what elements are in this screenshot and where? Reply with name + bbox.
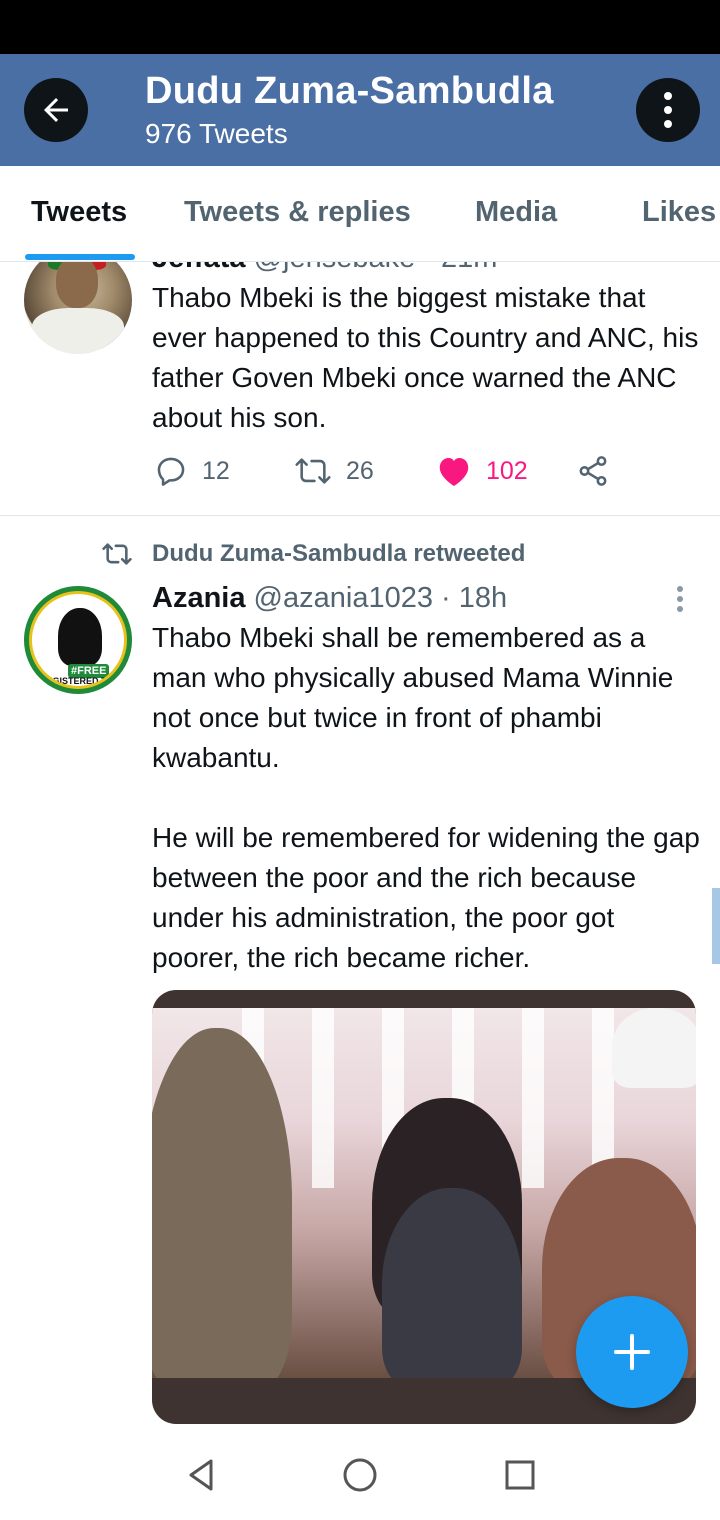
tab-media[interactable]: Media (475, 196, 557, 229)
compose-tweet-button[interactable] (576, 1296, 688, 1408)
tweet-author-handle: @azania1023 (253, 582, 433, 614)
system-navigation-bar (0, 1428, 720, 1520)
avatar-silhouette (58, 608, 102, 666)
tweet-author-name[interactable]: Jeffata (152, 262, 246, 274)
tweet-author-handle: @jensebake (254, 262, 416, 274)
tab-tweets-and-replies[interactable]: Tweets & replies (184, 196, 411, 229)
tweet-separator: · (441, 582, 451, 614)
avatar[interactable] (24, 262, 132, 354)
tweet-more-icon[interactable] (668, 584, 692, 614)
profile-tabs: Tweets Tweets & replies Media Likes (0, 166, 720, 262)
reply-button[interactable]: 12 (154, 454, 230, 488)
arrow-left-icon (44, 98, 68, 122)
status-bar (0, 0, 720, 54)
tab-likes[interactable]: Likes (642, 196, 716, 229)
back-button[interactable] (24, 78, 88, 142)
tweet-actions: 12 26 102 (152, 454, 622, 498)
nav-back-button[interactable] (176, 1450, 226, 1500)
tweet-separator: · (423, 262, 433, 274)
tweet-time: 18h (458, 582, 508, 614)
timeline[interactable]: Jeffata @jensebake · 21m Thabo Mbeki is … (0, 262, 720, 1428)
nav-recents-button[interactable] (495, 1450, 545, 1500)
share-icon (579, 456, 607, 486)
avatar-ring-text: REGISTERED TO VOTE ANC (40, 676, 114, 686)
tweet-author-name[interactable]: Azania (152, 582, 245, 614)
more-options-button[interactable] (636, 78, 700, 142)
plus-icon (614, 1334, 650, 1370)
avatar[interactable]: #FREE REGISTERED TO VOTE ANC (24, 586, 132, 694)
heart-filled-icon (439, 457, 469, 486)
avatar-badge-ring: #FREE REGISTERED TO VOTE ANC (29, 591, 127, 689)
circle-home-icon (343, 1458, 377, 1492)
retweeted-by-label[interactable]: Dudu Zuma-Sambudla retweeted (152, 540, 525, 568)
avatar-shirt (32, 308, 124, 354)
scrollbar[interactable] (712, 888, 720, 964)
like-count: 102 (486, 456, 528, 485)
nav-home-button[interactable] (335, 1450, 385, 1500)
profile-header: Dudu Zuma-Sambudla 976 Tweets (0, 54, 720, 166)
tweet-divider (0, 515, 720, 516)
more-vertical-icon (664, 92, 672, 128)
tweet-time: 21m (441, 262, 497, 274)
tab-tweets[interactable]: Tweets (31, 196, 127, 229)
active-tab-indicator (25, 254, 135, 260)
reply-icon (157, 457, 185, 486)
retweet-count: 26 (346, 456, 374, 485)
tweet-text: Thabo Mbeki is the biggest mistake that … (152, 282, 699, 433)
reply-count: 12 (202, 456, 230, 485)
retweet-button[interactable]: 26 (294, 454, 374, 488)
square-recents-icon (505, 1460, 535, 1490)
profile-name: Dudu Zuma-Sambudla (145, 70, 554, 112)
tweet-header: Jeffata @jensebake · 21m (152, 262, 497, 275)
retweet-icon (102, 543, 132, 565)
tweet-text: Thabo Mbeki shall be remembered as a man… (152, 622, 700, 973)
triangle-back-icon (189, 1459, 213, 1491)
share-button[interactable] (576, 454, 610, 488)
tweet-count: 976 Tweets (145, 118, 288, 149)
tweet-header: Azania @azania1023 · 18h (152, 582, 507, 615)
like-button[interactable]: 102 (436, 454, 528, 488)
avatar-face (56, 262, 98, 308)
retweet-icon (295, 458, 331, 484)
retweet-context: Dudu Zuma-Sambudla retweeted (100, 540, 525, 568)
